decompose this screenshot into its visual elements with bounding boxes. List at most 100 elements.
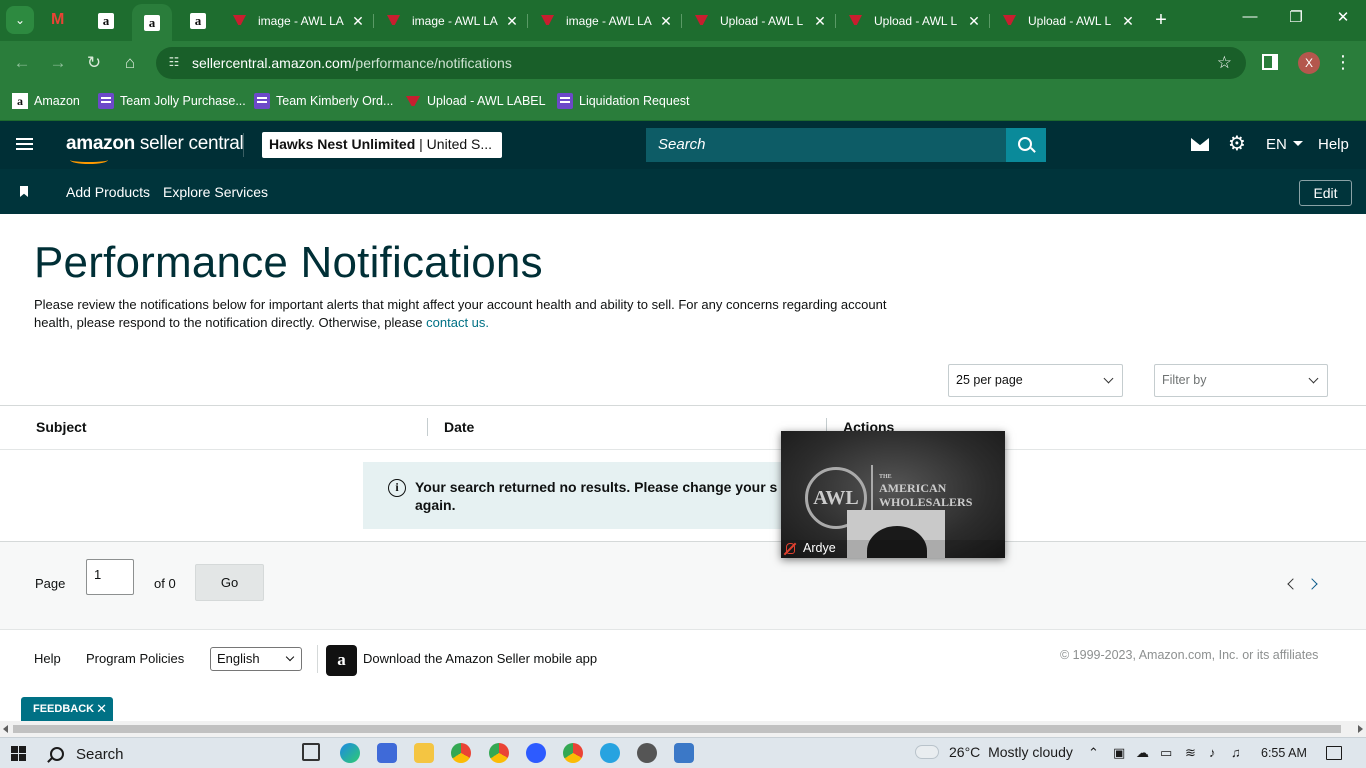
forward-arrow-icon[interactable]: → (46, 51, 70, 75)
chrome-icon-active[interactable] (489, 743, 509, 763)
participant-name: Ardye (781, 540, 1005, 558)
bookmark-amazon[interactable]: a Amazon (12, 93, 80, 109)
close-tab-icon[interactable]: ✕ (658, 13, 674, 30)
meet-icon[interactable]: ▣ (1113, 745, 1125, 761)
mail-icon[interactable] (1191, 138, 1209, 151)
seller-central-subnav: Add Products Explore Services Edit (0, 169, 1366, 214)
profile-avatar[interactable]: X (1298, 52, 1320, 74)
scrollbar-thumb[interactable] (13, 725, 1341, 733)
volume-icon[interactable]: ♫ (1231, 745, 1241, 760)
tab-search-chevron-icon[interactable]: ⌄ (6, 6, 34, 34)
no-results-alert: i Your search returned no results. Pleas… (363, 462, 803, 529)
footer-language-select[interactable]: English (210, 647, 302, 671)
browser-tab[interactable]: Upload - AWL L ✕ (686, 6, 836, 36)
close-tab-icon[interactable]: ✕ (504, 13, 520, 30)
previous-page-icon[interactable] (1287, 578, 1299, 590)
store-icon[interactable] (377, 743, 397, 763)
home-icon[interactable]: ⌂ (118, 51, 142, 75)
browser-tab[interactable]: Upload - AWL L ✕ (840, 6, 990, 36)
weather-widget[interactable]: 26°C Mostly cloudy (913, 739, 1073, 760)
bookmark-star-icon[interactable]: ☆ (1217, 53, 1232, 73)
chrome-profile-icon[interactable] (563, 743, 583, 763)
bookmark-upload-awl[interactable]: Upload - AWL LABEL (405, 93, 546, 109)
bookmark-team-kimberly[interactable]: Team Kimberly Ord... (254, 93, 393, 109)
close-tab-icon[interactable]: ✕ (966, 13, 982, 30)
close-tab-icon[interactable]: ✕ (812, 13, 828, 30)
hamburger-menu-icon[interactable] (16, 138, 33, 140)
footer-help-link[interactable]: Help (34, 651, 61, 666)
browser-tab[interactable]: Upload - AWL L ✕ (994, 6, 1144, 36)
reload-icon[interactable]: ↻ (82, 51, 106, 75)
taskbar-clock[interactable]: 6:55 AM (1261, 746, 1307, 760)
bookmark-team-jolly[interactable]: Team Jolly Purchase... (98, 93, 246, 109)
next-page-icon[interactable] (1306, 578, 1318, 590)
browser-tab[interactable]: image - AWL LA ✕ (224, 6, 374, 36)
site-info-icon[interactable]: ☷ (166, 55, 182, 71)
edit-button[interactable]: Edit (1299, 180, 1352, 206)
wifi-icon[interactable]: ≋ (1185, 745, 1196, 761)
search-icon[interactable] (1006, 128, 1046, 162)
browser-menu-icon[interactable]: ⋮ (1334, 50, 1352, 74)
bookmark-icon[interactable] (20, 186, 28, 197)
column-date[interactable]: Date (444, 419, 474, 435)
seller-central-logo[interactable]: amazon seller central (66, 133, 244, 164)
horizontal-scrollbar[interactable] (0, 721, 1366, 737)
amazon-app-icon[interactable]: a (326, 645, 357, 676)
per-page-select[interactable]: 25 per page (948, 364, 1123, 397)
feedback-button[interactable]: FEEDBACK ✕ (21, 697, 113, 721)
search-input[interactable]: Search (646, 128, 1006, 162)
close-window-icon[interactable]: ✕ (1320, 8, 1366, 26)
store-selector[interactable]: Hawks Nest Unlimited | United S... (262, 132, 502, 158)
url-omnibox[interactable]: ☷ sellercentral.amazon.com/performance/n… (156, 47, 1246, 79)
close-tab-icon[interactable]: ✕ (1120, 13, 1136, 30)
program-policies-link[interactable]: Program Policies (86, 651, 184, 666)
browser-tab[interactable]: image - AWL LA ✕ (532, 6, 682, 36)
bookmark-liquidation[interactable]: Liquidation Request (557, 93, 690, 109)
add-products-link[interactable]: Add Products (66, 184, 150, 200)
header-help-link[interactable]: Help (1318, 136, 1349, 153)
scroll-left-icon[interactable] (3, 725, 8, 733)
telegram-icon[interactable] (600, 743, 620, 763)
back-arrow-icon[interactable]: ← (10, 51, 34, 75)
windows-taskbar: Search 26°C Mostly cloudy ⌃ ▣ ☁ ▭ ≋ ♪ ♫ … (0, 737, 1366, 768)
minimize-window-icon[interactable]: — (1227, 8, 1273, 25)
page-number-input[interactable]: 1 (86, 559, 134, 595)
pinned-tab-amazon-2[interactable]: a (178, 6, 218, 36)
onedrive-cloud-icon[interactable]: ☁ (1136, 745, 1149, 761)
go-button[interactable]: Go (195, 564, 264, 601)
microphone-icon[interactable]: ♪ (1209, 745, 1216, 760)
close-feedback-icon[interactable]: ✕ (96, 701, 107, 717)
gear-icon[interactable]: ⚙ (1228, 134, 1246, 154)
zoom-icon[interactable] (526, 743, 546, 763)
close-tab-icon[interactable]: ✕ (350, 13, 366, 30)
browser-tab[interactable]: image - AWL LA ✕ (378, 6, 528, 36)
show-hidden-icons-chevron-icon[interactable]: ⌃ (1088, 745, 1099, 761)
pinned-tab-gmail[interactable] (40, 6, 80, 36)
explore-services-link[interactable]: Explore Services (163, 184, 268, 200)
new-tab-plus-icon[interactable]: + (1150, 8, 1172, 32)
taskbar-search[interactable]: Search (44, 741, 292, 767)
language-selector[interactable]: EN (1266, 136, 1303, 153)
restore-window-icon[interactable]: ❐ (1273, 8, 1319, 26)
table-header: Subject Date Actions (0, 406, 1366, 450)
task-view-icon[interactable] (302, 743, 320, 761)
file-explorer-icon[interactable] (414, 743, 434, 763)
video-call-overlay[interactable]: AWL THE AMERICAN WHOLESALERS Ardye (781, 431, 1005, 558)
pinned-tab-amazon-1[interactable]: a (86, 6, 126, 36)
filter-by-select[interactable]: Filter by (1154, 364, 1328, 397)
pinned-tab-amazon-active[interactable]: a (132, 4, 172, 41)
settings-gear-icon[interactable] (637, 743, 657, 763)
column-subject[interactable]: Subject (36, 419, 87, 435)
battery-icon[interactable]: ▭ (1160, 745, 1172, 761)
windows-start-icon[interactable] (11, 746, 26, 761)
download-app-link[interactable]: Download the Amazon Seller mobile app (363, 651, 597, 666)
chrome-icon[interactable] (451, 743, 471, 763)
side-panel-icon[interactable] (1262, 54, 1278, 70)
page-of-label: of 0 (154, 576, 176, 591)
edge-icon[interactable] (340, 743, 360, 763)
scroll-right-icon[interactable] (1358, 725, 1363, 733)
amazon-smile-icon (70, 156, 108, 164)
calculator-icon[interactable] (674, 743, 694, 763)
notifications-icon[interactable] (1326, 746, 1342, 760)
contact-us-link[interactable]: contact us. (426, 315, 489, 330)
